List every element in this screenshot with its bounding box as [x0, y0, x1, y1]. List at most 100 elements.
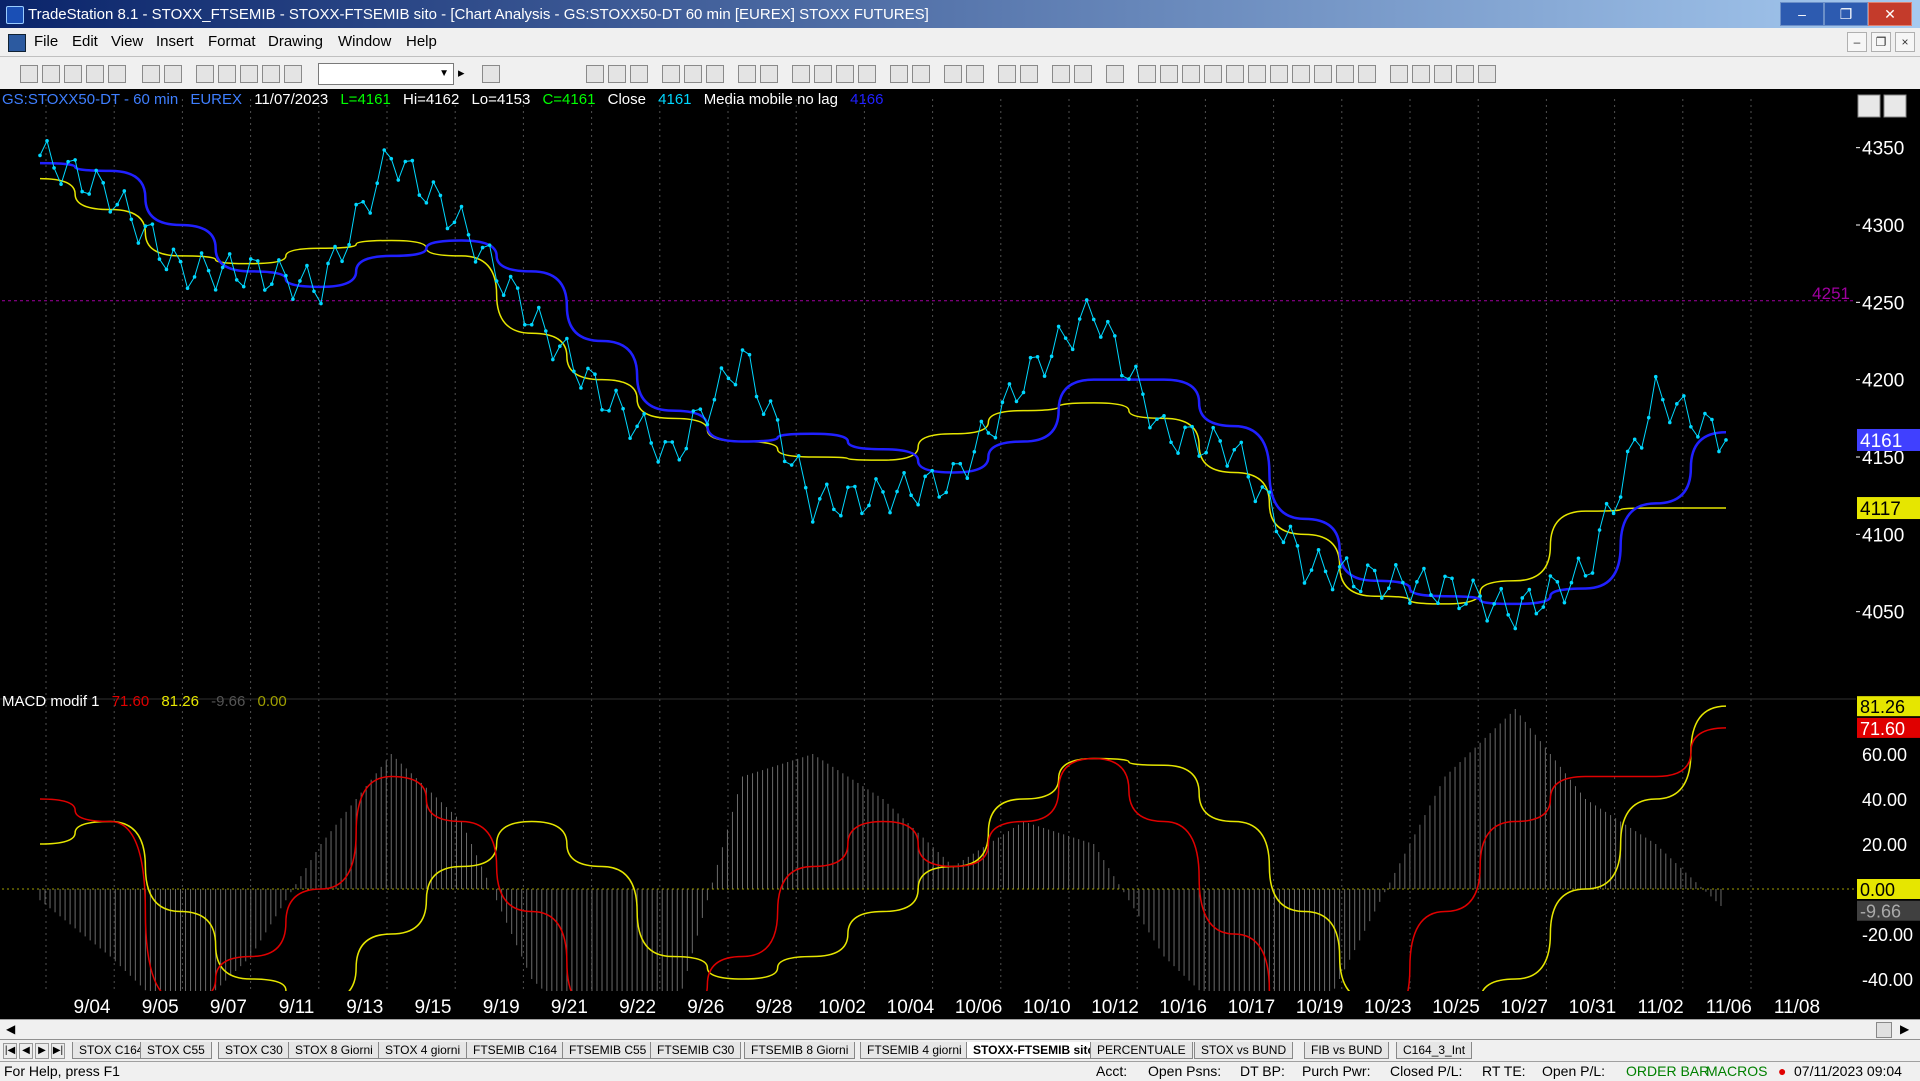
- scroll-thumb[interactable]: [1876, 1022, 1892, 1038]
- tab-stox-vs-bund[interactable]: STOX vs BUND: [1194, 1042, 1294, 1059]
- andrews-icon[interactable]: [1292, 65, 1310, 83]
- search-icon[interactable]: [482, 65, 500, 83]
- price-point: [656, 460, 660, 464]
- mdi-close-button[interactable]: ×: [1895, 32, 1915, 52]
- crosshair-icon[interactable]: [1020, 65, 1038, 83]
- tab-ftsemib-c30[interactable]: FTSEMIB C30: [650, 1042, 742, 1059]
- speedline-icon[interactable]: [1270, 65, 1288, 83]
- tab-stox-4-giorni[interactable]: STOX 4 giorni: [378, 1042, 468, 1059]
- tab-stox-c55[interactable]: STOX C55: [140, 1042, 212, 1059]
- tab-stox-8-giorni[interactable]: STOX 8 Giorni: [288, 1042, 380, 1059]
- refresh-icon[interactable]: [706, 65, 724, 83]
- ellipse-icon[interactable]: [1434, 65, 1452, 83]
- window-icon[interactable]: [738, 65, 756, 83]
- format-icon[interactable]: [608, 65, 626, 83]
- regression-icon[interactable]: [1314, 65, 1332, 83]
- color-icon[interactable]: [284, 65, 302, 83]
- arrow-up-icon[interactable]: [1412, 65, 1430, 83]
- copy-icon[interactable]: [86, 65, 104, 83]
- scroll-left-icon[interactable]: [890, 65, 908, 83]
- properties-icon[interactable]: [1074, 65, 1092, 83]
- pencil-icon[interactable]: [1358, 65, 1376, 83]
- status-order-bar[interactable]: ORDER BAR: [1626, 1063, 1709, 1079]
- tab-ftsemib-8-giorni[interactable]: FTSEMIB 8 Giorni: [744, 1042, 856, 1059]
- chart-icon[interactable]: [662, 65, 680, 83]
- print-preview-icon[interactable]: [164, 65, 182, 83]
- channel-icon[interactable]: [1204, 65, 1222, 83]
- mdi-restore-button[interactable]: ❐: [1871, 32, 1891, 52]
- status-macros[interactable]: MACROS: [1706, 1063, 1767, 1079]
- menu-file[interactable]: File: [34, 33, 58, 50]
- save-icon[interactable]: [64, 65, 82, 83]
- price-point: [895, 489, 899, 494]
- tab-ftsemib-c55[interactable]: FTSEMIB C55: [562, 1042, 654, 1059]
- tab-stox-c164[interactable]: STOX C164: [72, 1042, 151, 1059]
- symbol-combo[interactable]: ▼: [318, 63, 454, 85]
- menu-format[interactable]: Format: [208, 33, 256, 50]
- chart-scrollbar[interactable]: ◀ ▶: [0, 1019, 1920, 1040]
- tab-c164-3-int[interactable]: C164_3_Int: [1396, 1042, 1473, 1059]
- menu-help[interactable]: Help: [406, 33, 437, 50]
- tab-percentuale[interactable]: PERCENTUALE: [1090, 1042, 1193, 1059]
- lock-icon[interactable]: [240, 65, 258, 83]
- gann-icon[interactable]: [1248, 65, 1266, 83]
- vertical-line-icon[interactable]: [1160, 65, 1178, 83]
- tab-fib-vs-bund[interactable]: FIB vs BUND: [1304, 1042, 1390, 1059]
- line-chart-icon[interactable]: [814, 65, 832, 83]
- trend-icon[interactable]: [684, 65, 702, 83]
- tab-first-icon[interactable]: |◀: [3, 1043, 17, 1059]
- tab-next-icon[interactable]: ▶: [35, 1043, 49, 1059]
- arc-icon[interactable]: [1336, 65, 1354, 83]
- price-point: [410, 158, 415, 163]
- scroll-right-arrow-icon[interactable]: ▶: [1900, 1022, 1909, 1036]
- window-alt-icon[interactable]: [760, 65, 778, 83]
- arrow-right-icon[interactable]: ▸: [458, 65, 474, 81]
- close-button[interactable]: ✕: [1868, 2, 1912, 26]
- insert-indicator-icon[interactable]: [586, 65, 604, 83]
- tab-stoxx-ftsemib-sito[interactable]: STOXX-FTSEMIB sito: [966, 1042, 1102, 1059]
- folder-icon[interactable]: [108, 65, 126, 83]
- tab-stox-c30[interactable]: STOX C30: [218, 1042, 290, 1059]
- bar-chart-icon[interactable]: [792, 65, 810, 83]
- tab-last-icon[interactable]: ▶|: [51, 1043, 65, 1059]
- bars-icon[interactable]: [858, 65, 876, 83]
- menu-edit[interactable]: Edit: [72, 33, 98, 50]
- table-icon[interactable]: [630, 65, 648, 83]
- chart-area[interactable]: 4251 4350 4300 4250 4200 4150 4100 4050 4161 4117…: [0, 89, 1920, 1019]
- hide-icon[interactable]: [1106, 65, 1124, 83]
- layout-icon[interactable]: [218, 65, 236, 83]
- horizontal-line-icon[interactable]: [1182, 65, 1200, 83]
- menu-drawing[interactable]: Drawing: [268, 33, 323, 50]
- restore-button[interactable]: ❐: [1824, 2, 1868, 26]
- strategy-icon[interactable]: [262, 65, 280, 83]
- mdi-minimize-button[interactable]: –: [1847, 32, 1867, 52]
- new-icon[interactable]: [20, 65, 38, 83]
- rectangle-icon[interactable]: [1456, 65, 1474, 83]
- zoom-in-icon[interactable]: [944, 65, 962, 83]
- scroll-left-arrow-icon[interactable]: ◀: [6, 1022, 15, 1036]
- menu-window[interactable]: Window: [338, 33, 391, 50]
- print-icon[interactable]: [142, 65, 160, 83]
- tab-ftsemib-c164[interactable]: FTSEMIB C164: [466, 1042, 565, 1059]
- scroll-right-icon[interactable]: [912, 65, 930, 83]
- tools-icon[interactable]: [1052, 65, 1070, 83]
- trendline-icon[interactable]: [1138, 65, 1156, 83]
- menu-insert[interactable]: Insert: [156, 33, 194, 50]
- zoom-out-icon[interactable]: [966, 65, 984, 83]
- text-icon[interactable]: [1478, 65, 1496, 83]
- price-point: [768, 399, 773, 403]
- candle-icon[interactable]: [836, 65, 854, 83]
- workspace-icon[interactable]: [196, 65, 214, 83]
- minimize-button[interactable]: –: [1780, 2, 1824, 26]
- open-icon[interactable]: [42, 65, 60, 83]
- price-point: [691, 409, 696, 413]
- pointer-icon[interactable]: [998, 65, 1016, 83]
- macd-tick-label: 40.00: [1862, 790, 1907, 810]
- exchange-label: EUREX: [190, 91, 243, 108]
- tab-prev-icon[interactable]: ◀: [19, 1043, 33, 1059]
- chart-window-icon[interactable]: [8, 34, 26, 52]
- fibonacci-icon[interactable]: [1226, 65, 1244, 83]
- menu-view[interactable]: View: [111, 33, 143, 50]
- tab-ftsemib-4-giorni[interactable]: FTSEMIB 4 giorni: [860, 1042, 969, 1059]
- arrow-down-icon[interactable]: [1390, 65, 1408, 83]
